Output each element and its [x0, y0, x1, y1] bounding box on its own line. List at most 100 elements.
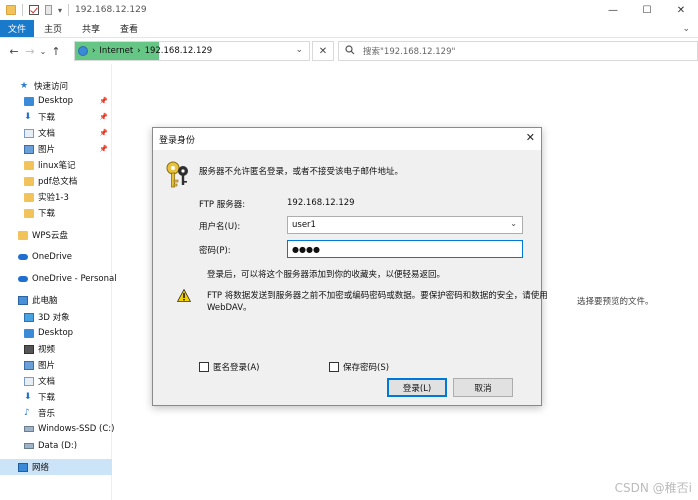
- sidebar-item-3d-objects[interactable]: 3D 对象: [0, 309, 112, 325]
- close-window-button[interactable]: ✕: [664, 0, 698, 20]
- save-password-checkbox[interactable]: 保存密码(S): [329, 361, 389, 373]
- tab-view[interactable]: 查看: [110, 20, 148, 37]
- username-combobox[interactable]: user1 ⌄: [287, 216, 523, 234]
- download-icon: ⬇: [24, 111, 32, 122]
- cube-icon: [24, 312, 34, 322]
- security-warning-line-1: FTP 将数据发送到服务器之前不加密或编码密码或数据。要保护密码和数据的安全，请…: [207, 291, 548, 301]
- sidebar-item-linux-notes[interactable]: linux笔记: [0, 157, 112, 173]
- cloud-icon: [18, 276, 28, 282]
- up-button[interactable]: ↑: [48, 43, 64, 59]
- search-input[interactable]: 搜索"192.168.12.129": [338, 41, 698, 61]
- sidebar-item-pc-pictures[interactable]: 图片: [0, 357, 112, 373]
- sidebar-item-pc-documents[interactable]: 文档: [0, 373, 112, 389]
- customize-toolbar-icon[interactable]: ▾: [58, 6, 62, 15]
- folder-blue-icon: [24, 96, 34, 106]
- sidebar-item-pictures[interactable]: 图片 📌: [0, 141, 112, 157]
- breadcrumb-host[interactable]: 192.168.12.129: [145, 46, 213, 56]
- properties-icon[interactable]: [29, 5, 39, 15]
- breadcrumb: › Internet › 192.168.12.129: [75, 46, 212, 56]
- network-icon: [18, 462, 28, 472]
- login-button[interactable]: 登录(L): [387, 378, 447, 397]
- sidebar-item-downloads[interactable]: ⬇ 下载 📌: [0, 109, 112, 125]
- globe-icon: [78, 46, 88, 56]
- sidebar-item-desktop[interactable]: Desktop 📌: [0, 93, 112, 109]
- divider: [22, 4, 23, 16]
- username-label: 用户名(U):: [199, 222, 241, 232]
- sidebar-item-pc-desktop[interactable]: Desktop: [0, 325, 112, 341]
- dialog-message: 服务器不允许匿名登录，或者不接受该电子邮件地址。: [199, 167, 404, 177]
- search-placeholder: 搜索"192.168.12.129": [363, 47, 456, 57]
- login-dialog: 登录身份 ✕ 服务器不允许匿名登录，或者不接受该电子邮件地址。 FTP 服务器:…: [152, 127, 548, 406]
- computer-icon: [18, 295, 28, 305]
- folder-icon: [24, 208, 34, 218]
- expand-ribbon-button[interactable]: ⌄: [674, 20, 698, 37]
- forward-button[interactable]: →: [22, 43, 38, 59]
- security-warning-line-2: WebDAV。: [207, 303, 252, 313]
- sidebar-item-quick-access[interactable]: ★ 快速访问: [0, 78, 112, 94]
- divider: [68, 4, 70, 16]
- drive-icon: [24, 426, 34, 432]
- anonymous-login-checkbox[interactable]: 匿名登录(A): [199, 361, 259, 373]
- video-icon: [24, 344, 34, 354]
- sidebar-item-pdf-docs[interactable]: pdf总文档: [0, 173, 112, 189]
- maximize-button[interactable]: ☐: [630, 0, 664, 20]
- dialog-close-button[interactable]: ✕: [526, 131, 535, 144]
- sidebar-item-onedrive-personal[interactable]: OneDrive - Personal: [0, 271, 117, 287]
- recent-locations-button[interactable]: ⌄: [38, 43, 48, 59]
- password-label: 密码(P):: [199, 246, 231, 256]
- sidebar-item-drive-d[interactable]: Data (D:): [0, 438, 112, 454]
- breadcrumb-separator: ›: [137, 46, 141, 56]
- tab-share[interactable]: 共享: [72, 20, 110, 37]
- sidebar-item-lab[interactable]: 实验1-3: [0, 189, 112, 205]
- drive-icon: [24, 443, 34, 449]
- sidebar-item-this-pc[interactable]: 此电脑: [0, 292, 112, 308]
- cloud-icon: [18, 254, 28, 260]
- sidebar-item-drive-c[interactable]: Windows-SSD (C:): [0, 421, 114, 437]
- cancel-button[interactable]: 取消: [453, 378, 513, 397]
- chevron-down-icon[interactable]: ⌄: [510, 219, 517, 228]
- document-icon: [24, 128, 34, 138]
- breadcrumb-internet[interactable]: Internet: [99, 46, 133, 56]
- new-folder-icon[interactable]: [45, 5, 52, 15]
- sidebar-item-music[interactable]: ♪ 音乐: [0, 405, 112, 421]
- warning-icon: [176, 288, 192, 302]
- star-icon: ★: [20, 80, 29, 91]
- folder-blue-icon: [24, 328, 34, 338]
- tab-home[interactable]: 主页: [34, 20, 72, 37]
- music-icon: ♪: [24, 407, 30, 418]
- username-value: user1: [292, 220, 316, 230]
- ftp-server-value: 192.168.12.129: [287, 198, 355, 208]
- sidebar-item-download-folder[interactable]: 下载: [0, 205, 112, 221]
- sidebar-item-documents[interactable]: 文档 📌: [0, 125, 112, 141]
- pin-icon: 📌: [99, 145, 108, 153]
- pin-icon: 📌: [99, 97, 108, 105]
- address-bar[interactable]: › Internet › 192.168.12.129 ⌄: [74, 41, 310, 61]
- pin-icon: 📌: [99, 129, 108, 137]
- folder-icon: [18, 230, 28, 240]
- key-icon: [165, 160, 191, 190]
- sidebar-item-videos[interactable]: 视频: [0, 341, 112, 357]
- quick-access-toolbar: ▾: [6, 4, 70, 16]
- document-icon: [24, 376, 34, 386]
- window-controls: — ☐ ✕: [596, 0, 698, 20]
- checkbox-box[interactable]: [329, 362, 339, 372]
- sidebar-item-onedrive[interactable]: OneDrive: [0, 249, 112, 265]
- stop-button[interactable]: ✕: [312, 41, 334, 61]
- back-button[interactable]: ←: [6, 43, 22, 59]
- folder-icon: [24, 160, 34, 170]
- address-dropdown-button[interactable]: ⌄: [295, 45, 303, 55]
- sidebar-item-pc-downloads[interactable]: ⬇ 下载: [0, 389, 112, 405]
- sidebar-item-network[interactable]: 网络: [0, 459, 112, 475]
- folder-icon: [6, 5, 16, 15]
- preview-pane-text: 选择要预览的文件。: [577, 297, 654, 307]
- ribbon-tabs: 文件 主页 共享 查看 ⌄: [0, 20, 698, 38]
- ftp-server-label: FTP 服务器:: [199, 200, 246, 210]
- tab-file[interactable]: 文件: [0, 20, 34, 37]
- search-icon: [345, 44, 355, 58]
- dialog-title-bar: 登录身份 ✕: [153, 128, 541, 150]
- password-field[interactable]: ●●●●: [287, 240, 523, 258]
- minimize-button[interactable]: —: [596, 0, 630, 20]
- sidebar-item-wps[interactable]: WPS云盘: [0, 227, 112, 243]
- folder-icon: [24, 192, 34, 202]
- checkbox-box[interactable]: [199, 362, 209, 372]
